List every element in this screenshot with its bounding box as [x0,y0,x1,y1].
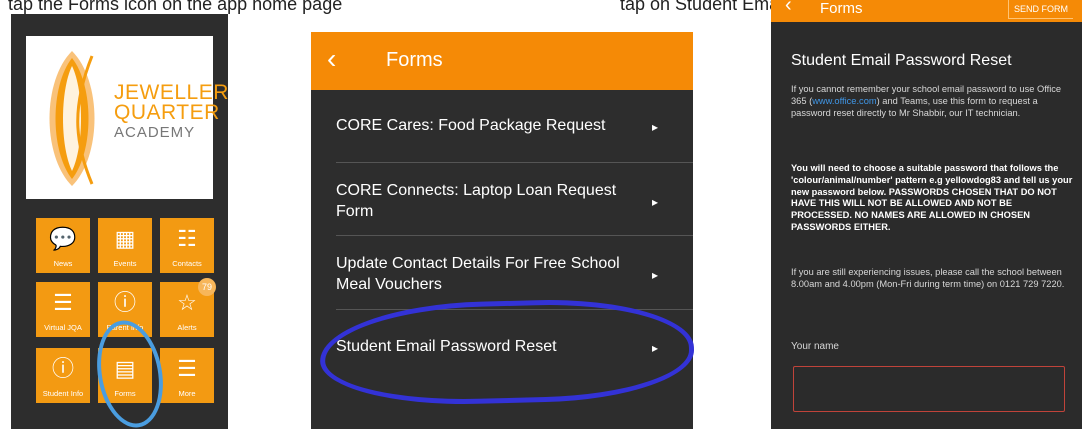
back-chevron-icon[interactable]: ‹ [785,0,792,17]
info-icon: ⓘ [113,290,136,315]
calendar-icon: ▦ [114,226,136,251]
password-rules-text: You will need to choose a suitable passw… [791,163,1073,232]
tile-label: Contacts [172,259,202,268]
leaf-logo-icon [49,51,95,186]
school-logo: JEWELLERY QUARTER ACADEMY [26,36,228,199]
back-chevron-icon[interactable]: ‹ [327,44,336,74]
office-link[interactable]: www.office.com [812,96,876,106]
form-item-laptop-loan[interactable]: CORE Connects: Laptop Loan Request Form … [336,180,658,222]
contact-card-icon: ☷ [177,226,197,251]
divider [336,235,693,236]
tile-label: Virtual JQA [44,323,82,332]
form-item-label: Update Contact Details For Free School M… [336,255,620,293]
logo-text-line: ACADEMY [114,124,196,141]
tile-virtual-jqa[interactable]: ☰ Virtual JQA [36,282,90,337]
form-item-label: CORE Cares: Food Package Request [336,117,606,134]
alerts-count-badge: 79 [198,278,216,296]
divider [336,162,693,163]
info-icon: ⓘ [51,356,74,381]
tile-alerts[interactable]: ☆ Alerts 79 [160,278,216,337]
logo-wordmark: JEWELLERY QUARTER ACADEMY [114,81,228,143]
password-reset-form-screen: ‹ Forms SEND FORM Student Email Password… [771,0,1082,429]
form-header: ‹ Forms SEND FORM [771,0,1082,22]
form-item-food-package[interactable]: CORE Cares: Food Package Request ▸ [336,115,668,136]
document-icon: ☰ [53,290,73,315]
tile-label: News [53,259,73,268]
tile-events[interactable]: ▦ Events [98,218,152,273]
caption-left: tap the Forms icon on the app home page [8,0,343,14]
chevron-right-icon: ▸ [651,120,658,134]
logo-text-line: JEWELLERY [114,81,228,104]
form-title: Student Email Password Reset [791,52,1012,69]
name-label: Your name [791,341,839,352]
header-title: Forms [386,49,443,71]
chat-bubble-icon: 💬 [49,226,77,251]
send-form-button[interactable]: SEND FORM [1008,0,1073,19]
name-input[interactable] [793,366,1065,412]
tile-contacts[interactable]: ☷ Contacts [160,218,214,273]
tile-label: Student Info [42,389,84,398]
logo-text-line: QUARTER [114,101,220,124]
tile-label: Events [113,259,137,268]
help-text: If you are still experiencing issues, pl… [791,267,1065,289]
chevron-right-icon: ▸ [651,268,658,282]
forms-header: ‹ Forms [311,32,693,90]
tile-student-info[interactable]: ⓘ Student Info [36,348,90,403]
header-title: Forms [820,0,863,17]
chevron-right-icon: ▸ [651,195,658,209]
tile-more[interactable]: ☰ More [160,348,214,403]
form-item-label: CORE Connects: Laptop Loan Request Form [336,182,617,220]
intro-text: If you cannot remember your school email… [791,84,1073,119]
tile-news[interactable]: 💬 News [36,218,90,273]
form-item-contact-details[interactable]: Update Contact Details For Free School M… [336,253,658,295]
list-icon: ☰ [177,356,197,381]
tile-label: Alerts [177,323,197,332]
tile-label: More [178,389,196,398]
